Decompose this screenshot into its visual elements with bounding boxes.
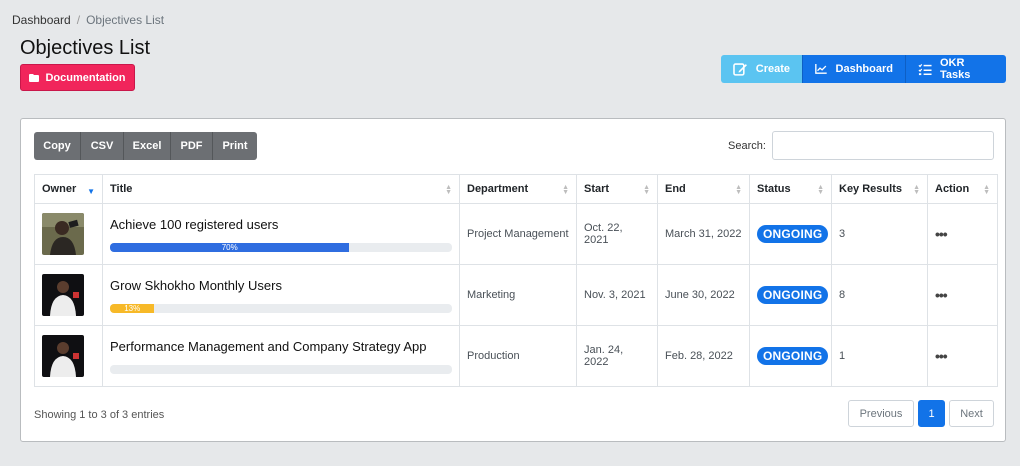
key-results-cell: 1 — [831, 325, 928, 387]
okr-tasks-label: OKR Tasks — [940, 57, 971, 81]
action-cell: ••• — [927, 325, 998, 387]
key-results-cell: 3 — [831, 203, 928, 265]
next-page-button[interactable]: Next — [949, 400, 994, 427]
progress-fill: 13% — [110, 303, 155, 313]
start-date-cell: Oct. 22, 2021 — [576, 203, 658, 265]
title-cell: Grow Skhokho Monthly Users 13% — [102, 264, 460, 326]
column-header-start[interactable]: Start ▲ ▼ — [576, 174, 658, 204]
dashboard-label: Dashboard — [835, 63, 893, 75]
print-button[interactable]: Print — [213, 132, 257, 160]
csv-button[interactable]: CSV — [81, 132, 124, 160]
column-header-end[interactable]: End ▲ ▼ — [657, 174, 750, 204]
create-button[interactable]: Create — [721, 55, 802, 83]
objective-title[interactable]: Achieve 100 registered users — [110, 217, 452, 232]
search-input[interactable] — [772, 131, 994, 160]
owner-cell — [34, 203, 103, 265]
table-info: Showing 1 to 3 of 3 entries — [34, 409, 165, 421]
department-cell: Project Management — [459, 203, 577, 265]
objective-title[interactable]: Performance Management and Company Strat… — [110, 339, 452, 354]
dashboard-button[interactable]: Dashboard — [802, 55, 905, 83]
okr-tasks-button[interactable]: OKR Tasks — [905, 55, 1006, 83]
sort-icon: ▲ ▼ — [445, 184, 452, 196]
department-cell: Production — [459, 325, 577, 387]
sort-icon: ▲ ▼ — [817, 184, 824, 196]
top-action-group: Create Dashboard OKR Tasks — [721, 55, 1006, 83]
status-badge: ONGOING — [757, 286, 829, 304]
excel-button[interactable]: Excel — [124, 132, 171, 160]
end-date-cell: Feb. 28, 2022 — [657, 325, 750, 387]
previous-page-button[interactable]: Previous — [848, 400, 914, 427]
folder-icon — [29, 73, 40, 82]
end-date-cell: March 31, 2022 — [657, 203, 750, 265]
avatar[interactable] — [42, 335, 84, 377]
status-cell: ONGOING — [749, 264, 832, 326]
action-cell: ••• — [927, 203, 998, 265]
status-badge: ONGOING — [757, 347, 829, 365]
table-row[interactable]: Grow Skhokho Monthly Users 13% Marketing… — [34, 264, 998, 326]
pdf-button[interactable]: PDF — [171, 132, 213, 160]
breadcrumb: Dashboard / Objectives List — [12, 13, 164, 27]
breadcrumb-current: Objectives List — [86, 13, 165, 27]
search-label: Search: — [728, 140, 766, 152]
end-date-cell: June 30, 2022 — [657, 264, 750, 326]
sort-icon: ▲ ▼ — [562, 184, 569, 196]
key-results-cell: 8 — [831, 264, 928, 326]
breadcrumb-dashboard-link[interactable]: Dashboard — [12, 13, 71, 27]
status-cell: ONGOING — [749, 203, 832, 265]
documentation-button[interactable]: Documentation — [20, 64, 135, 91]
table-row[interactable]: Performance Management and Company Strat… — [34, 325, 998, 387]
progress-bar: 13% — [110, 303, 452, 313]
progress-label: 13% — [124, 303, 141, 313]
avatar[interactable] — [42, 274, 84, 316]
avatar[interactable] — [42, 213, 84, 255]
more-actions-icon[interactable]: ••• — [935, 226, 948, 242]
pagination: Previous 1 Next — [848, 400, 994, 427]
more-actions-icon[interactable]: ••• — [935, 348, 948, 364]
more-actions-icon[interactable]: ••• — [935, 287, 948, 303]
column-header-owner[interactable]: Owner ▼ — [34, 174, 103, 204]
status-cell: ONGOING — [749, 325, 832, 387]
title-cell: Performance Management and Company Strat… — [102, 325, 460, 387]
objectives-table: Owner ▼ Title ▲ ▼ Department ▲ ▼ Start ▲ ▼ End ▲… — [34, 174, 998, 387]
page-title: Objectives List — [20, 37, 151, 59]
export-button-group: Copy CSV Excel PDF Print — [34, 132, 257, 160]
objective-title[interactable]: Grow Skhokho Monthly Users — [110, 278, 452, 293]
table-row[interactable]: Achieve 100 registered users 70% Project… — [34, 203, 998, 265]
progress-bar: 70% — [110, 242, 452, 252]
sort-icon: ▲ ▼ — [735, 184, 742, 196]
title-cell: Achieve 100 registered users 70% — [102, 203, 460, 265]
sort-icon: ▲ ▼ — [643, 184, 650, 196]
progress-fill: 70% — [110, 242, 350, 252]
documentation-label: Documentation — [45, 71, 126, 84]
table-header-row: Owner ▼ Title ▲ ▼ Department ▲ ▼ Start ▲ ▼ End ▲… — [34, 174, 998, 204]
progress-label: 70% — [221, 242, 238, 252]
page-1-button[interactable]: 1 — [918, 400, 945, 427]
sort-icon: ▲ ▼ — [913, 184, 920, 196]
create-label: Create — [755, 63, 790, 75]
task-list-icon — [918, 63, 932, 75]
column-header-title[interactable]: Title ▲ ▼ — [102, 174, 460, 204]
column-header-status[interactable]: Status ▲ ▼ — [749, 174, 832, 204]
action-cell: ••• — [927, 264, 998, 326]
progress-bar — [110, 364, 452, 374]
sort-desc-icon: ▼ — [87, 187, 95, 196]
start-date-cell: Jan. 24, 2022 — [576, 325, 658, 387]
owner-cell — [34, 264, 103, 326]
edit-icon — [733, 63, 747, 76]
owner-cell — [34, 325, 103, 387]
breadcrumb-separator: / — [76, 13, 81, 27]
objectives-card: Copy CSV Excel PDF Print Search: Owner ▼ … — [20, 118, 1006, 442]
column-header-action[interactable]: Action ▲ ▼ — [927, 174, 998, 204]
sort-icon: ▲ ▼ — [983, 184, 990, 196]
department-cell: Marketing — [459, 264, 577, 326]
column-header-department[interactable]: Department ▲ ▼ — [459, 174, 577, 204]
chart-icon — [815, 63, 827, 74]
start-date-cell: Nov. 3, 2021 — [576, 264, 658, 326]
copy-button[interactable]: Copy — [34, 132, 81, 160]
status-badge: ONGOING — [757, 225, 829, 243]
column-header-key-results[interactable]: Key Results ▲ ▼ — [831, 174, 928, 204]
